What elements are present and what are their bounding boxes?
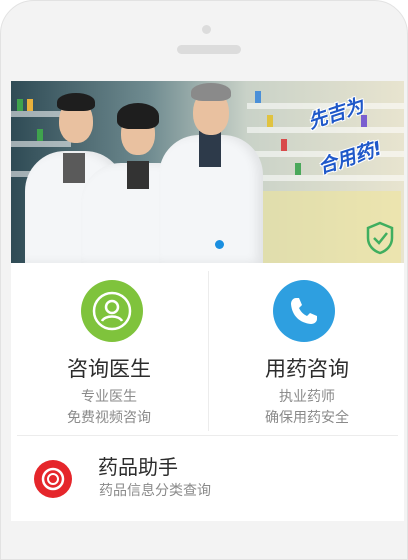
- shelf-product: [281, 139, 287, 151]
- drug-consult-sub1: 执业药师: [279, 389, 335, 405]
- drug-consult-card[interactable]: 用药咨询 执业药师 确保用药安全: [209, 263, 404, 435]
- drug-helper-title: 药品助手: [98, 455, 178, 479]
- consult-doctor-title: 咨询医生: [67, 357, 151, 381]
- drug-consult-title: 用药咨询: [265, 357, 349, 381]
- carousel-indicator[interactable]: [215, 240, 224, 249]
- shield-check-icon: [366, 221, 394, 255]
- phone-frame: 先吉为 合用药! 咨询医生 专业医生 免费视频咨询 用药咨询 执业药师 确保用药…: [0, 0, 408, 560]
- consult-doctor-sub1: 专业医生: [81, 389, 137, 405]
- drug-consult-sub2: 确保用药安全: [265, 410, 349, 426]
- target-icon: [34, 460, 72, 498]
- consult-doctor-card[interactable]: 咨询医生 专业医生 免费视频咨询: [11, 263, 208, 435]
- camera-dot: [202, 25, 211, 34]
- hero-banner[interactable]: 先吉为 合用药!: [11, 81, 404, 263]
- banner-slogan-line2: 合用药!: [315, 137, 385, 179]
- drug-helper-row[interactable]: 药品助手 药品信息分类查询: [11, 436, 404, 521]
- app-screen: 先吉为 合用药! 咨询医生 专业医生 免费视频咨询 用药咨询 执业药师 确保用药…: [11, 81, 404, 521]
- consult-doctor-sub2: 免费视频咨询: [67, 410, 151, 426]
- phone-icon: [273, 280, 335, 342]
- doctor-figure: [157, 81, 267, 263]
- drug-helper-sub: 药品信息分类查询: [99, 483, 211, 499]
- doctor-icon: [81, 280, 143, 342]
- speaker-slot: [177, 45, 241, 54]
- shelf-product: [295, 163, 301, 175]
- shelf-product: [267, 115, 273, 127]
